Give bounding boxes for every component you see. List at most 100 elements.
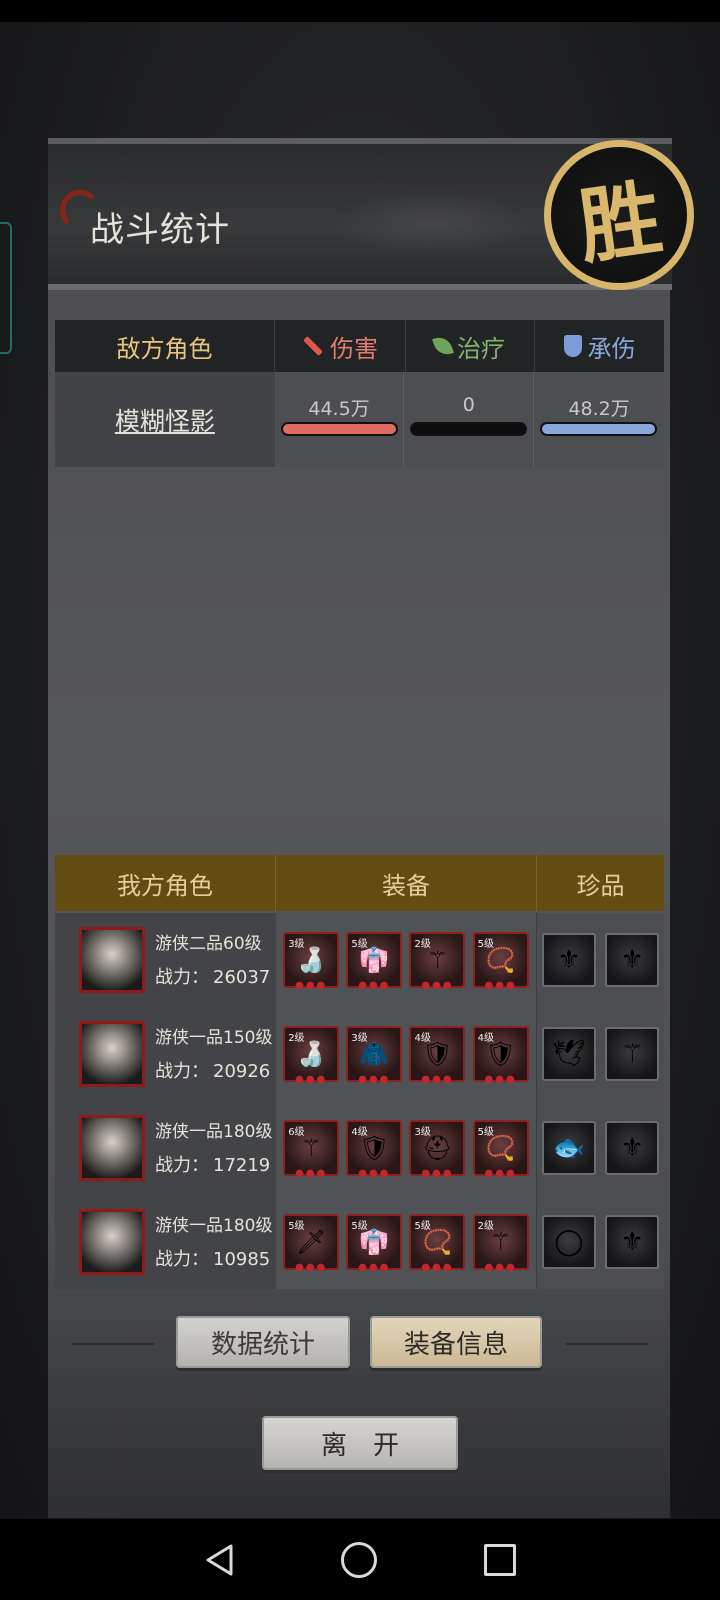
equipment-slot[interactable]: 5级 📿 ●●● (472, 932, 529, 991)
bird-statue-icon: 🕊 (552, 1039, 586, 1069)
refine-dots: ●●● (421, 1168, 454, 1179)
beads-icon: 📿 (485, 1134, 516, 1162)
treasure-slot[interactable]: ⚜ (605, 1121, 660, 1175)
power-value: 20926 (213, 1061, 271, 1082)
ally-class-level: 游侠一品180级 (155, 1122, 273, 1142)
equipment-slot[interactable]: 2级 ⚚ ●●● (409, 932, 466, 991)
treasure-slot[interactable]: 🐟 (541, 1121, 596, 1175)
power-label: 战力： (155, 1155, 209, 1176)
page-title: 战斗统计 (90, 210, 230, 250)
beads-icon: 📿 (422, 1228, 453, 1256)
golden-staff-icon: ⚜ (557, 945, 581, 975)
fish-statue-icon: 🐟 (552, 1133, 586, 1163)
ally-info: 游侠二品60级 战力： 26037 (55, 913, 276, 1007)
cloak-icon: 🧥 (359, 1040, 390, 1068)
equipment-slot[interactable]: 4级 🛡 ●●● (346, 1120, 403, 1179)
refine-dots: ●●● (358, 1168, 391, 1179)
enemy-damage-value: 44.5万 (308, 398, 370, 420)
tank-header[interactable]: 承伤 (535, 320, 664, 372)
golden-staff-icon: ⚜ (620, 1133, 644, 1163)
power-label: 战力： (155, 1249, 209, 1270)
tank-header-label: 承伤 (587, 334, 636, 363)
leave-button[interactable]: 离开 (262, 1416, 458, 1470)
equipment-slot[interactable]: 5级 🗡 ●●● (283, 1214, 340, 1273)
equipment-slot[interactable]: 5级 👘 ●●● (346, 1214, 403, 1273)
treasure-slot[interactable]: ⚜ (605, 1215, 660, 1269)
helmet-icon: ⛑ (422, 1134, 453, 1162)
equipment-slot[interactable]: 2级 ⚚ ●●● (472, 1214, 529, 1273)
data-stats-button[interactable]: 数据统计 (176, 1316, 350, 1368)
refine-dots: ●●● (484, 1262, 517, 1273)
treasure-slot[interactable]: ⚜ (541, 933, 596, 987)
damage-bar (280, 422, 398, 436)
equipment-slot[interactable]: 4级 🛡 ●●● (409, 1026, 466, 1085)
equipment-group: 5级 🗡 ●●● 5级 👘 ●●● 5级 📿 ●●● 2级 ⚚ ●●● (275, 1195, 537, 1289)
sword-icon (303, 336, 323, 356)
equipment-slot[interactable]: 3级 ⛑ ●●● (409, 1120, 466, 1179)
refine-dots: ●●● (421, 980, 454, 991)
treasure-header: 珍品 (576, 871, 625, 900)
refine-dots: ●●● (295, 1168, 328, 1179)
enemy-heal-stat: 0 (404, 372, 535, 467)
treasure-slot[interactable]: ⚚ (605, 1027, 660, 1081)
equipment-slot[interactable]: 5级 📿 ●●● (409, 1214, 466, 1273)
ally-class-level: 游侠二品60级 (155, 934, 262, 954)
refine-dots: ●●● (358, 980, 391, 991)
refine-dots: ●●● (484, 1074, 517, 1085)
sword-icon: 🗡 (295, 1228, 327, 1256)
equipment-slot[interactable]: 3级 🍶 ●●● (283, 932, 340, 991)
power-value: 17219 (213, 1155, 271, 1176)
system-nav-bar (0, 1519, 720, 1600)
equipment-slot[interactable]: 2级 🍶 ●●● (283, 1026, 340, 1085)
avatar[interactable] (79, 1209, 145, 1275)
recent-apps-icon[interactable] (484, 1543, 517, 1576)
avatar[interactable] (79, 1021, 145, 1087)
heal-header[interactable]: 治疗 (406, 320, 535, 372)
enemy-name[interactable]: 模糊怪影 (55, 372, 275, 467)
treasure-slot[interactable]: 🕊 (541, 1027, 596, 1081)
refine-dots: ●●● (421, 1074, 454, 1085)
jade-bracelet-icon: ◯ (554, 1227, 584, 1257)
home-icon[interactable] (340, 1541, 377, 1578)
beads-icon: 📿 (485, 946, 516, 974)
equipment-slot[interactable]: 4级 🛡 ●●● (472, 1026, 529, 1085)
equipment-slot[interactable]: 3级 🧥 ●●● (346, 1026, 403, 1085)
leaf-icon (432, 333, 454, 359)
refine-dots: ●●● (421, 1262, 454, 1273)
golden-staff-icon: ⚜ (620, 945, 644, 975)
heal-header-label: 治疗 (457, 334, 505, 363)
refine-dots: ●●● (295, 1074, 328, 1085)
treasure-slot[interactable]: ⚜ (605, 933, 660, 987)
damage-header[interactable]: 伤害 (275, 320, 406, 372)
cloud-decoration (332, 188, 532, 258)
enemy-damage-stat: 44.5万 (275, 372, 405, 467)
power-label: 战力： (155, 1061, 209, 1082)
equipment-group: 2级 🍶 ●●● 3级 🧥 ●●● 4级 🛡 ●●● 4级 🛡 ●●● (275, 1007, 537, 1101)
ally-power: 战力： 26037 (155, 963, 270, 989)
equipment-slot[interactable]: 6级 ⚚ ●●● (283, 1120, 340, 1179)
gourd-icon: 🍶 (296, 1040, 327, 1068)
avatar[interactable] (79, 927, 145, 993)
refine-dots: ●●● (295, 1262, 328, 1273)
equipment-slot[interactable]: 5级 📿 ●●● (472, 1120, 529, 1179)
avatar[interactable] (79, 1115, 145, 1181)
power-label: 战力： (155, 967, 209, 988)
ally-table-header: 我方角色 装备 珍品 (55, 855, 664, 911)
equipment-group: 3级 🍶 ●●● 5级 👘 ●●● 2级 ⚚ ●●● 5级 📿 ●●● (275, 913, 537, 1007)
ally-row: 游侠二品60级 战力： 26037 3级 🍶 ●●● 5级 👘 ●●● 2级 ⚚ … (55, 913, 664, 1007)
power-value: 26037 (213, 967, 271, 988)
ally-info: 游侠一品180级 战力： 10985 (55, 1195, 276, 1289)
robe-icon: 👘 (359, 1228, 390, 1256)
ally-info: 游侠一品180级 战力： 17219 (55, 1101, 276, 1195)
equip-info-button[interactable]: 装备信息 (370, 1316, 542, 1368)
enemy-row: 模糊怪影 44.5万 0 48.2万 (55, 372, 664, 467)
treasure-slot[interactable]: ◯ (541, 1215, 596, 1269)
ally-role-header: 我方角色 (55, 855, 276, 911)
back-icon[interactable] (204, 1543, 234, 1577)
ally-power: 战力： 17219 (155, 1151, 270, 1177)
ally-row: 游侠一品150级 战力： 20926 2级 🍶 ●●● 3级 🧥 ●●● 4级 🛡… (55, 1007, 664, 1101)
enemy-table-header: 敌方角色 伤害 治疗 承伤 (55, 320, 664, 372)
tank-bar (540, 422, 658, 436)
ally-row: 游侠一品180级 战力： 10985 5级 🗡 ●●● 5级 👘 ●●● 5级 📿… (55, 1195, 664, 1289)
equipment-slot[interactable]: 5级 👘 ●●● (346, 932, 403, 991)
